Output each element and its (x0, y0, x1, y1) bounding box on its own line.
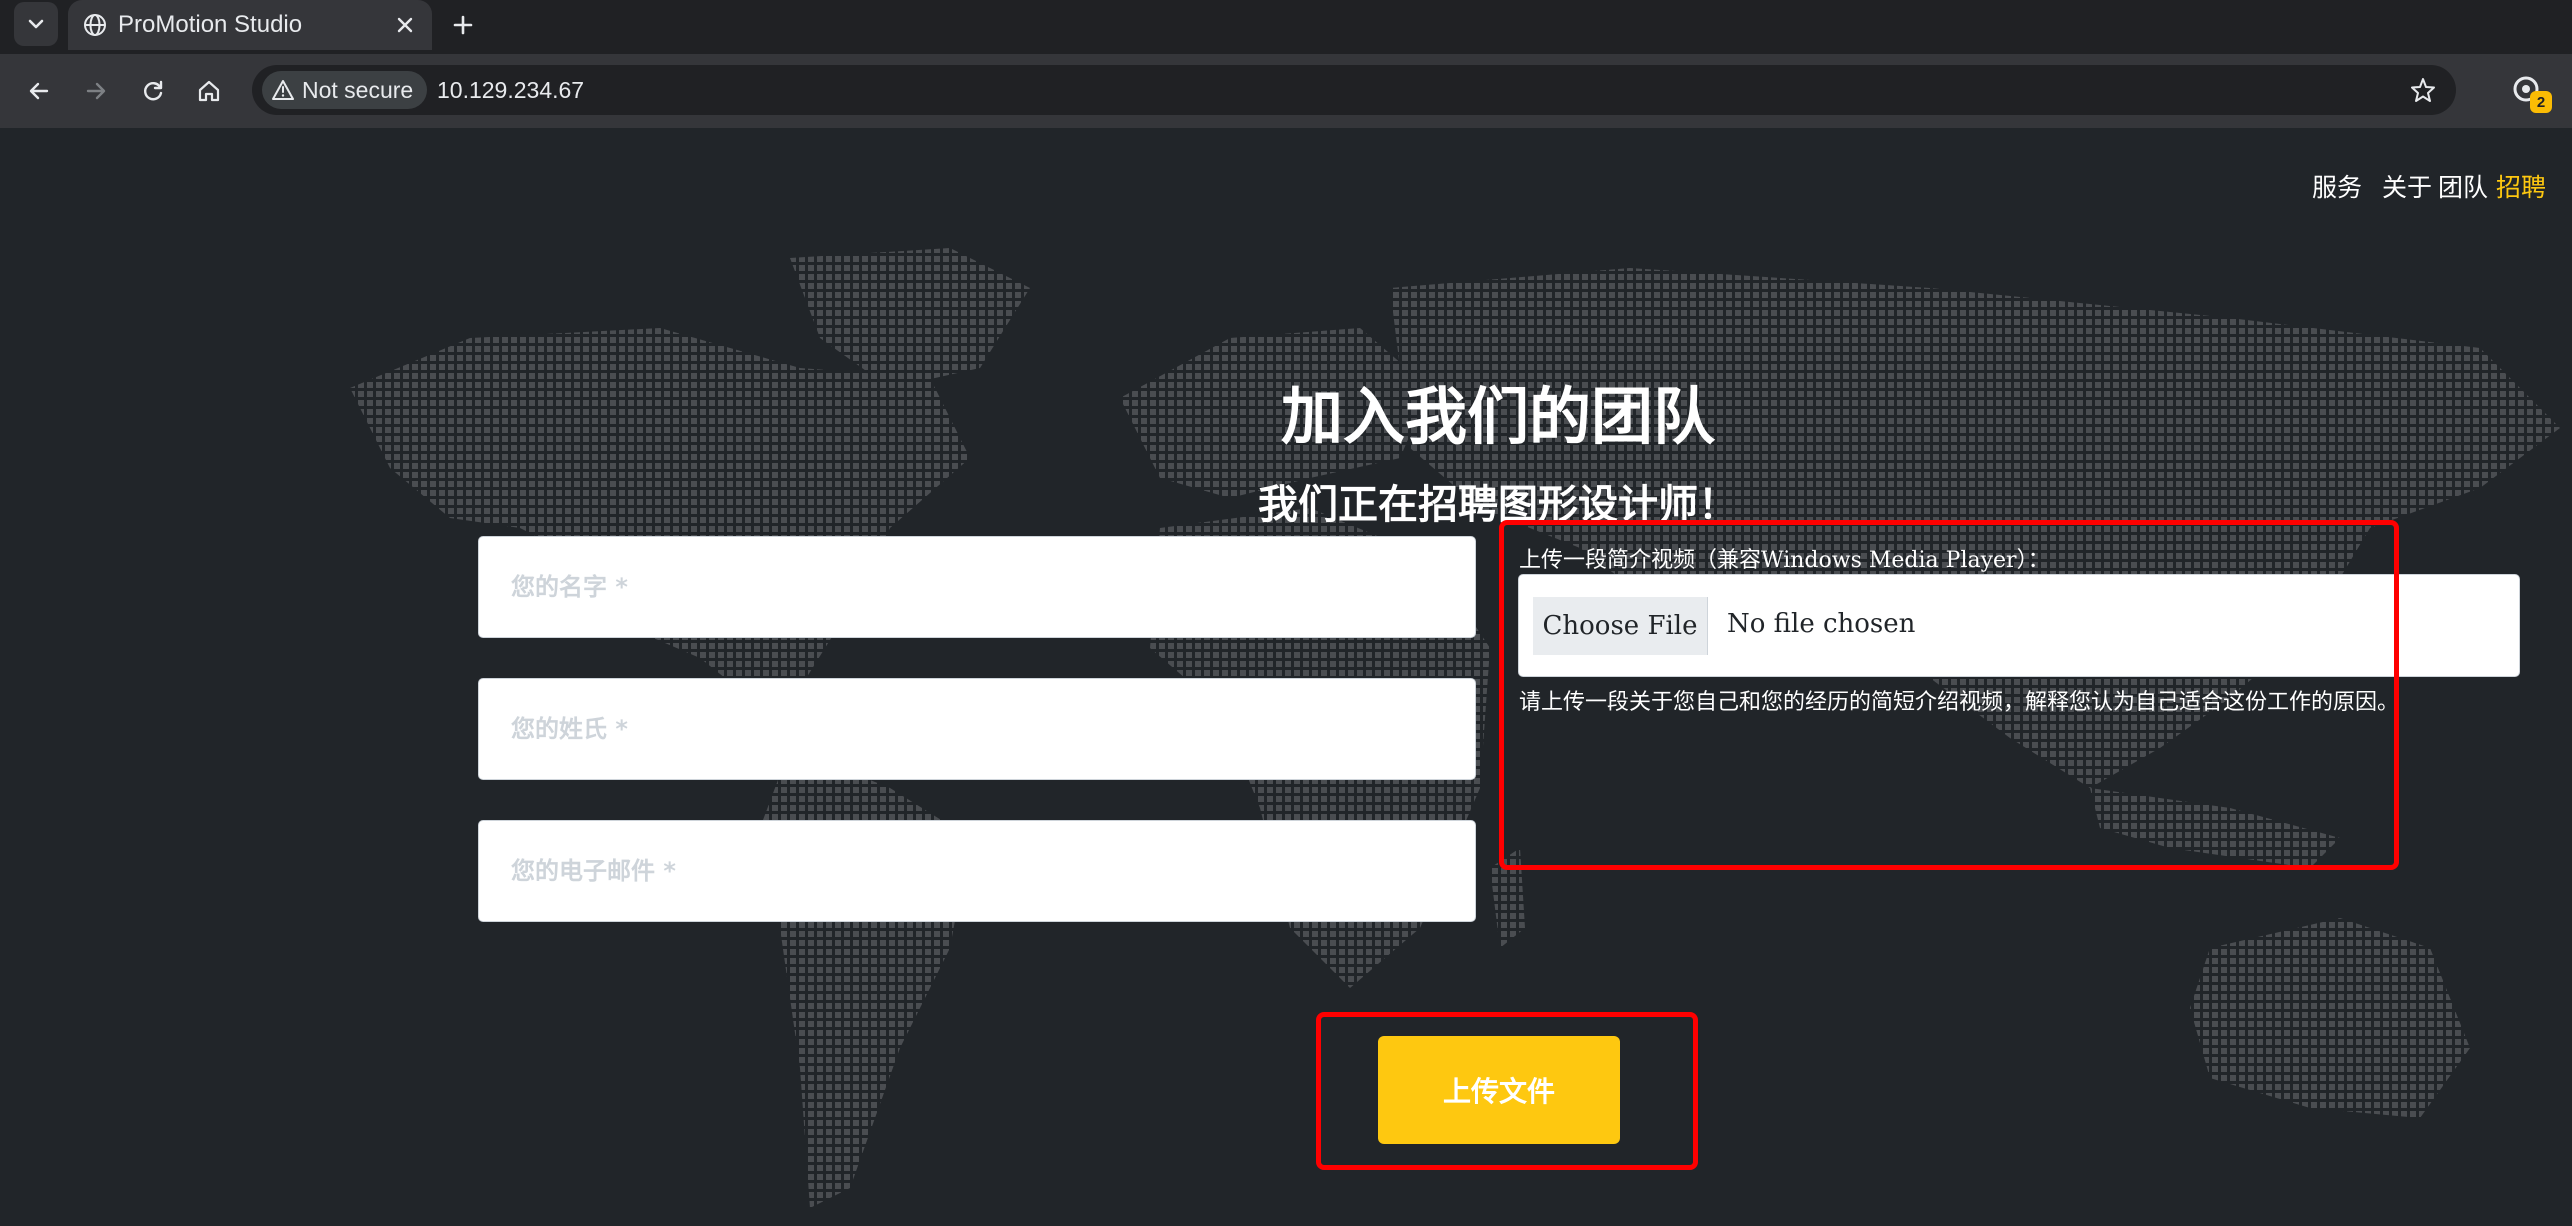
arrow-right-icon (86, 82, 106, 100)
security-chip[interactable]: Not secure (262, 71, 428, 109)
first-name-field (478, 536, 1476, 638)
extension-badge: 2 (2530, 91, 2552, 113)
security-chip-label: Not secure (302, 76, 414, 103)
browser-tab[interactable]: ProMotion Studio (68, 0, 432, 50)
tab-title: ProMotion Studio (118, 11, 303, 38)
close-icon[interactable] (392, 12, 418, 38)
tab-search-button[interactable] (14, 2, 58, 46)
home-button[interactable] (190, 72, 228, 110)
forward-button[interactable] (77, 72, 115, 110)
reload-button[interactable] (134, 72, 172, 110)
page-title: 加入我们的团队 (1280, 380, 1715, 453)
highlight-upload-box (1499, 520, 2399, 870)
last-name-input[interactable] (479, 679, 1475, 779)
nav-link-careers[interactable]: 招聘 (2496, 168, 2546, 204)
back-button[interactable] (20, 72, 58, 110)
browser-toolbar: Not secure 10.129.234.67 2 (0, 54, 2572, 128)
address-bar[interactable]: Not secure 10.129.234.67 (252, 65, 2456, 115)
globe-icon (84, 14, 106, 36)
nav-link-about[interactable]: 关于 (2382, 168, 2432, 204)
bookmark-star-icon[interactable] (2408, 75, 2438, 105)
home-icon (198, 80, 220, 102)
last-name-field (478, 678, 1476, 780)
nav-link-services[interactable]: 服务 (2312, 168, 2362, 204)
url-text[interactable]: 10.129.234.67 (437, 77, 584, 104)
email-input[interactable] (479, 821, 1475, 921)
reload-icon (144, 80, 163, 101)
arrow-left-icon (29, 82, 49, 100)
extension-button[interactable]: 2 (2508, 71, 2552, 113)
warning-icon (272, 80, 294, 100)
new-tab-icon[interactable] (448, 10, 478, 40)
chevron-down-icon (28, 19, 44, 29)
email-field (478, 820, 1476, 922)
highlight-submit-box (1316, 1012, 1698, 1170)
page-viewport: 服务 关于 团队 招聘 加入我们的团队 我们正在招聘图形设计师！ 上传一段简介视… (0, 128, 2572, 1226)
nav-link-team[interactable]: 团队 (2438, 168, 2488, 204)
first-name-input[interactable] (479, 537, 1475, 637)
browser-tabstrip: ProMotion Studio (0, 0, 2572, 56)
